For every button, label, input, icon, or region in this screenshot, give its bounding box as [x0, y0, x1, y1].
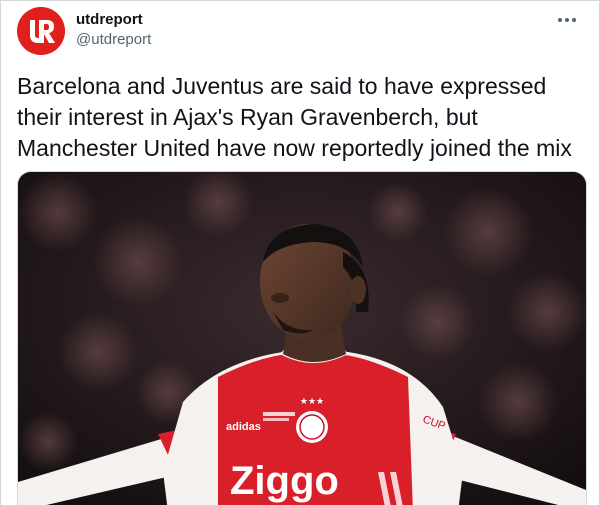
tweet-header: utdreport @utdreport: [17, 7, 585, 55]
avatar[interactable]: [17, 7, 65, 55]
more-horizontal-icon[interactable]: [553, 9, 581, 31]
adidas-logo-text: adidas: [226, 421, 261, 433]
shirt-sponsor-text: Ziggo: [230, 459, 339, 503]
tweet-photo[interactable]: adidas ★★★ Ziggo CUP: [17, 171, 587, 505]
tweet-text: Barcelona and Juventus are said to have …: [17, 73, 572, 161]
utdreport-logo-icon: [17, 7, 65, 55]
user-handle[interactable]: @utdreport: [76, 31, 151, 48]
club-crest-icon: [296, 411, 328, 443]
crest-stars-icon: ★★★: [300, 396, 324, 406]
player-photo: adidas ★★★ Ziggo CUP: [18, 172, 586, 505]
tweet-card: utdreport @utdreport Barcelona and Juven…: [0, 0, 600, 506]
display-name[interactable]: utdreport: [76, 11, 143, 28]
